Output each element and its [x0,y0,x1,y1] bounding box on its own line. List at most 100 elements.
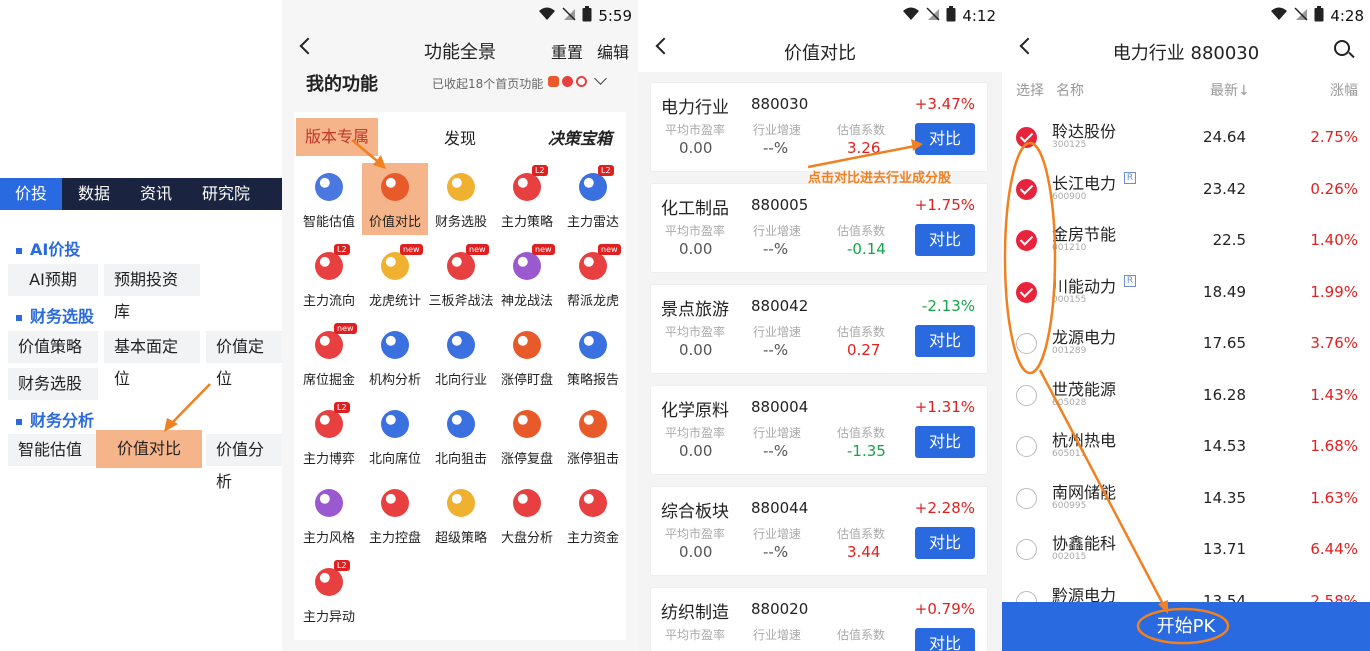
function-label: 北向狙击 [434,452,487,467]
chip-value-position[interactable]: 价值定位 [206,331,282,388]
collected-mini-icons[interactable] [548,72,607,87]
tab-discover[interactable]: 发现 [444,125,476,149]
function-label: 主力博弈 [302,452,355,467]
function-item[interactable]: L2 主力博弈 [296,400,362,472]
chip-fundamental-position[interactable]: 基本面定位 [104,331,200,388]
mini-fire-icon [562,76,573,87]
stock-row[interactable]: 长江电力 600900 R 23.42 0.26% [1002,164,1370,215]
stock-row[interactable]: 川能动力 000155 R 18.49 1.99% [1002,267,1370,318]
page-title: 功能全景 [424,42,496,63]
function-item[interactable]: 超级策略 [428,479,494,551]
function-item[interactable]: 主力控盘 [362,479,428,551]
stock-name: 南网储能 [1052,482,1117,502]
stock-row[interactable]: 世茂能源 605028 16.28 1.43% [1002,370,1370,421]
function-item[interactable]: new 神龙战法 [494,242,560,314]
chip-value-strategy[interactable]: 价值策略 [8,331,98,363]
stock-row[interactable]: 南网储能 600995 14.35 1.63% [1002,473,1370,524]
function-item[interactable]: 智能估值 [296,163,362,235]
stock-row[interactable]: 协鑫能科 002015 13.71 6.44% [1002,524,1370,575]
compare-button[interactable]: 对比 [915,527,975,559]
function-item[interactable]: 主力资金 [560,479,626,551]
function-overview-panel: 5:59 功能全景 重置 编辑 我的功能 已收起18个首页功能 发现 决策宝箱 … [282,0,638,651]
function-label: 主力异动 [302,610,355,625]
function-item[interactable]: new 席位掘金 [296,321,362,393]
function-item[interactable]: 涨停盯盘 [494,321,560,393]
stock-row[interactable]: 杭州热电 605011 14.53 1.68% [1002,421,1370,472]
stock-row[interactable]: 金房节能 001210 22.5 1.40% [1002,215,1370,266]
header-valuation-coef: 估值系数 [837,123,886,137]
growth-value: --% [763,139,789,157]
edit-button[interactable]: 编辑 [597,39,629,63]
function-item[interactable]: 主力风格 [296,479,362,551]
header-growth: 行业增速 [753,527,802,541]
checked-circle-icon[interactable] [1016,127,1037,148]
unchecked-circle-icon[interactable] [1016,436,1037,457]
avg-pe-value: 0.00 [679,139,713,157]
stock-code: 600900 [1052,191,1087,202]
function-icon [513,489,541,517]
stock-code: 002015 [1052,552,1087,562]
unchecked-circle-icon[interactable] [1016,333,1037,354]
function-item[interactable]: L2 主力雷达 [560,163,626,235]
header-avg-pe: 平均市盈率 [665,224,726,238]
reset-button[interactable]: 重置 [551,39,583,63]
function-item[interactable]: new 帮派龙虎 [560,242,626,314]
tab-news[interactable]: 资讯 [124,178,186,210]
function-item[interactable]: L2 主力异动 [296,558,362,630]
function-item[interactable]: 北向狙击 [428,400,494,472]
chip-ai-forecast[interactable]: AI预期 [8,264,98,296]
start-pk-button[interactable]: 开始PK [1002,602,1370,651]
tab-version-exclusive[interactable]: 版本专属 [296,118,378,156]
r-badge: R [1124,274,1136,287]
function-item[interactable]: 财务选股 [428,163,494,235]
stock-row[interactable]: 聆达股份 300125 24.64 2.75% [1002,112,1370,163]
function-icon [381,410,409,438]
chip-value-compare[interactable]: 价值对比 [96,430,202,468]
tab-decision-box[interactable]: 决策宝箱 [548,125,612,149]
function-icon [315,410,343,438]
compare-button[interactable]: 对比 [915,224,975,256]
header-change[interactable]: 涨幅 [1330,80,1358,100]
industry-name: 化工制品 [661,199,729,219]
checked-circle-icon[interactable] [1016,178,1037,200]
function-item[interactable]: 策略报告 [560,321,626,393]
nav-bar: 价值对比 [638,32,1002,72]
stock-change: 3.76% [1310,334,1358,352]
unchecked-circle-icon[interactable] [1016,539,1037,560]
function-item[interactable]: L2 主力策略 [494,163,560,235]
industry-code: 880030 [751,95,809,113]
function-item[interactable]: 北向席位 [362,400,428,472]
function-icon [447,489,475,517]
tab-value-investing[interactable]: 价投 [0,178,62,210]
chip-smart-valuation[interactable]: 智能估值 [8,434,98,466]
stock-change: 1.68% [1310,437,1358,455]
function-item[interactable]: 机构分析 [362,321,428,393]
function-item[interactable]: 北向行业 [428,321,494,393]
tab-data[interactable]: 数据 [62,178,124,210]
compare-button[interactable]: 对比 [915,325,975,357]
no-signal-icon [562,7,576,25]
stock-code: 605011 [1052,449,1087,459]
function-item[interactable]: 大盘分析 [494,479,560,551]
function-item[interactable]: 价值对比 [362,163,428,235]
function-item[interactable]: L2 主力流向 [296,242,362,314]
function-item[interactable]: 涨停复盘 [494,400,560,472]
checked-circle-icon[interactable] [1016,230,1037,251]
chip-value-analysis[interactable]: 价值分析 [206,434,282,491]
chip-financial-select[interactable]: 财务选股 [8,368,98,400]
search-icon[interactable] [1334,40,1350,56]
compare-button[interactable]: 对比 [915,628,975,651]
checked-circle-icon[interactable] [1016,281,1037,303]
header-latest-price[interactable]: 最新↓ [1210,80,1250,100]
compare-button[interactable]: 对比 [915,123,975,155]
chip-forecast-library[interactable]: 预期投资库 [104,264,200,321]
function-item[interactable]: new 三板斧战法 [428,242,494,314]
function-item[interactable]: 涨停狙击 [560,400,626,472]
chevron-down-icon[interactable] [594,72,607,85]
unchecked-circle-icon[interactable] [1016,384,1037,406]
stock-row[interactable]: 龙源电力 001289 17.65 3.76% [1002,318,1370,369]
function-item[interactable]: new 龙虎统计 [362,242,428,314]
tab-research[interactable]: 研究院 [186,178,264,210]
compare-button[interactable]: 对比 [915,426,975,458]
unchecked-circle-icon[interactable] [1016,487,1037,509]
